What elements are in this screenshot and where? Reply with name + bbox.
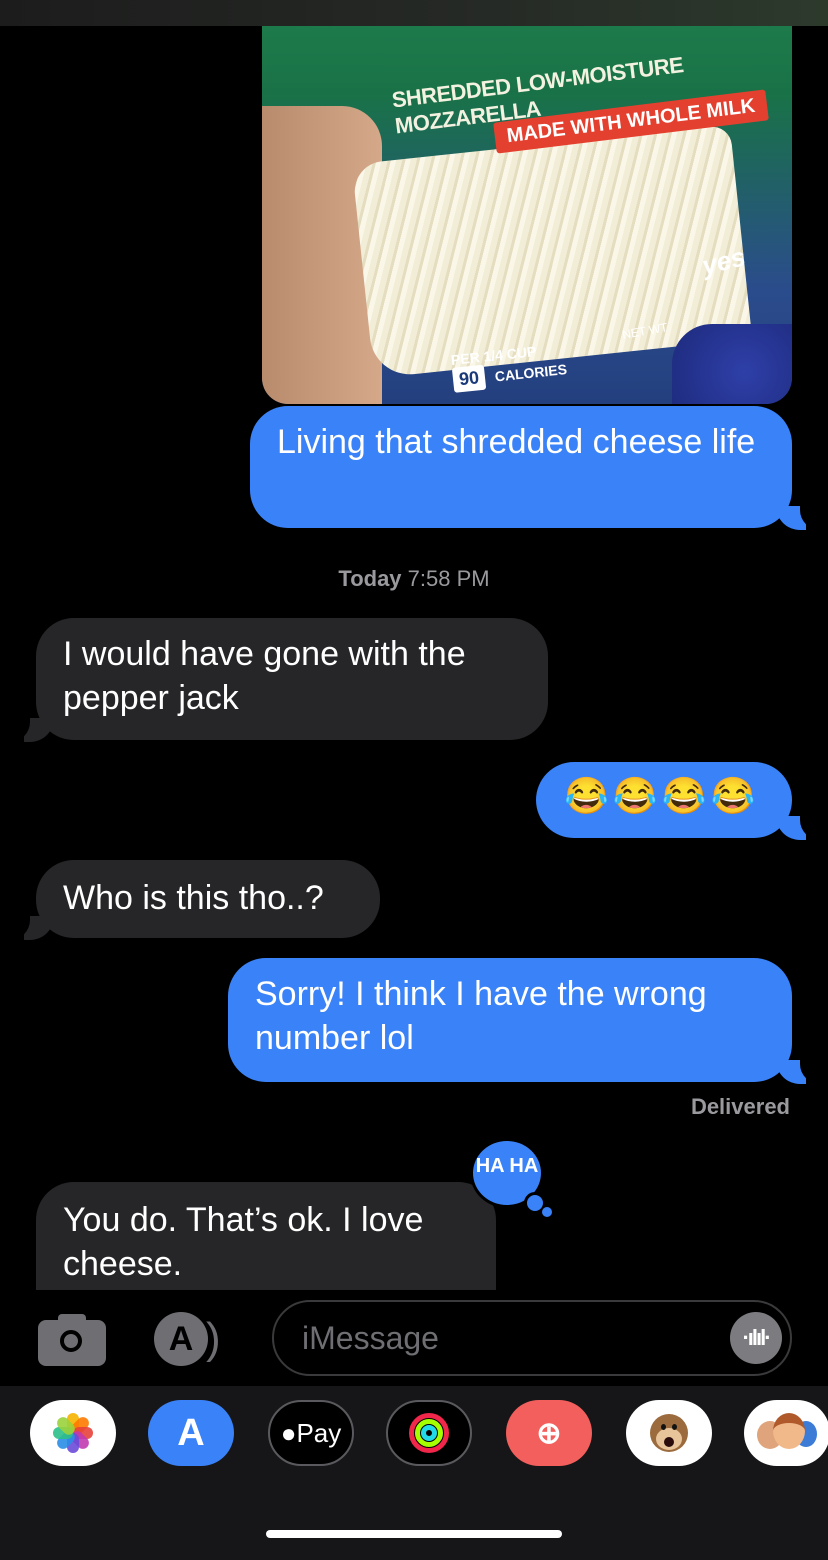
imessage-input[interactable]: iMessage ·ılıl· (272, 1300, 792, 1376)
message-photo[interactable]: SHREDDED LOW-MOISTURE MOZZARELLA MADE WI… (262, 26, 792, 404)
apple-pay-app-button[interactable]: ● Pay (268, 1400, 354, 1466)
camera-button[interactable] (38, 1312, 106, 1366)
message-text: Living that shredded cheese life (277, 423, 756, 461)
app-store-icon: A (177, 1411, 205, 1454)
bubble-tail (10, 912, 54, 940)
tapback-dot (542, 1207, 552, 1217)
message-bubble-incoming[interactable]: I would have gone with the pepper jack (36, 618, 548, 740)
top-bar (0, 0, 828, 26)
apps-button[interactable]: A ) (154, 1312, 234, 1366)
apple-icon: ● (280, 1417, 297, 1448)
bubble-tail (776, 812, 820, 840)
globe-search-icon: ⊕ (536, 1416, 562, 1450)
waveform-icon: ·ılıl· (742, 1325, 771, 1350)
blanket-image (672, 324, 792, 404)
app-store-icon: A (154, 1312, 208, 1366)
input-placeholder: iMessage (302, 1320, 439, 1356)
message-bubble-incoming[interactable]: Who is this tho..? (36, 860, 380, 938)
message-bubble-outgoing[interactable]: 😂😂😂😂 (536, 762, 792, 838)
memoji-icon (757, 1411, 817, 1455)
timestamp-day: Today (338, 566, 402, 591)
message-text: I would have gone with the pepper jack (63, 635, 466, 717)
bubble-tail (776, 1056, 820, 1084)
web-search-app-button[interactable]: ⊕ (506, 1400, 592, 1466)
message-text: Who is this tho..? (63, 879, 324, 917)
message-bubble-outgoing[interactable]: Living that shredded cheese life (250, 406, 792, 528)
activity-rings-icon (409, 1413, 449, 1453)
message-bubble-incoming[interactable]: You do. That’s ok. I love cheese. (36, 1182, 496, 1290)
bubble-tail (776, 502, 820, 530)
photos-icon (53, 1413, 93, 1453)
tapback-label: HA HA (475, 1155, 539, 1177)
message-emoji: 😂😂😂😂 (564, 775, 760, 816)
activity-app-button[interactable] (386, 1400, 472, 1466)
message-text: You do. That’s ok. I love cheese. (63, 1201, 424, 1283)
timestamp-time: 7:58 PM (407, 566, 490, 591)
bubble-tail (10, 714, 54, 742)
audio-record-button[interactable]: ·ılıl· (730, 1312, 782, 1364)
photo-calories-label: CALORIES (494, 361, 568, 385)
message-bubble-outgoing[interactable]: Sorry! I think I have the wrong number l… (228, 958, 792, 1082)
apple-pay-label: Pay (296, 1417, 342, 1448)
message-text: Sorry! I think I have the wrong number l… (255, 975, 707, 1057)
message-timestamp: Today 7:58 PM (0, 566, 828, 592)
photo-calories: 90 (451, 364, 487, 393)
animoji-app-button[interactable] (626, 1400, 712, 1466)
photos-app-button[interactable] (30, 1400, 116, 1466)
delivery-status: Delivered (690, 1094, 790, 1119)
memoji-app-button[interactable] (744, 1400, 828, 1466)
app-store-app-button[interactable]: A (148, 1400, 234, 1466)
home-indicator[interactable] (266, 1530, 562, 1538)
monkey-icon (646, 1410, 692, 1456)
